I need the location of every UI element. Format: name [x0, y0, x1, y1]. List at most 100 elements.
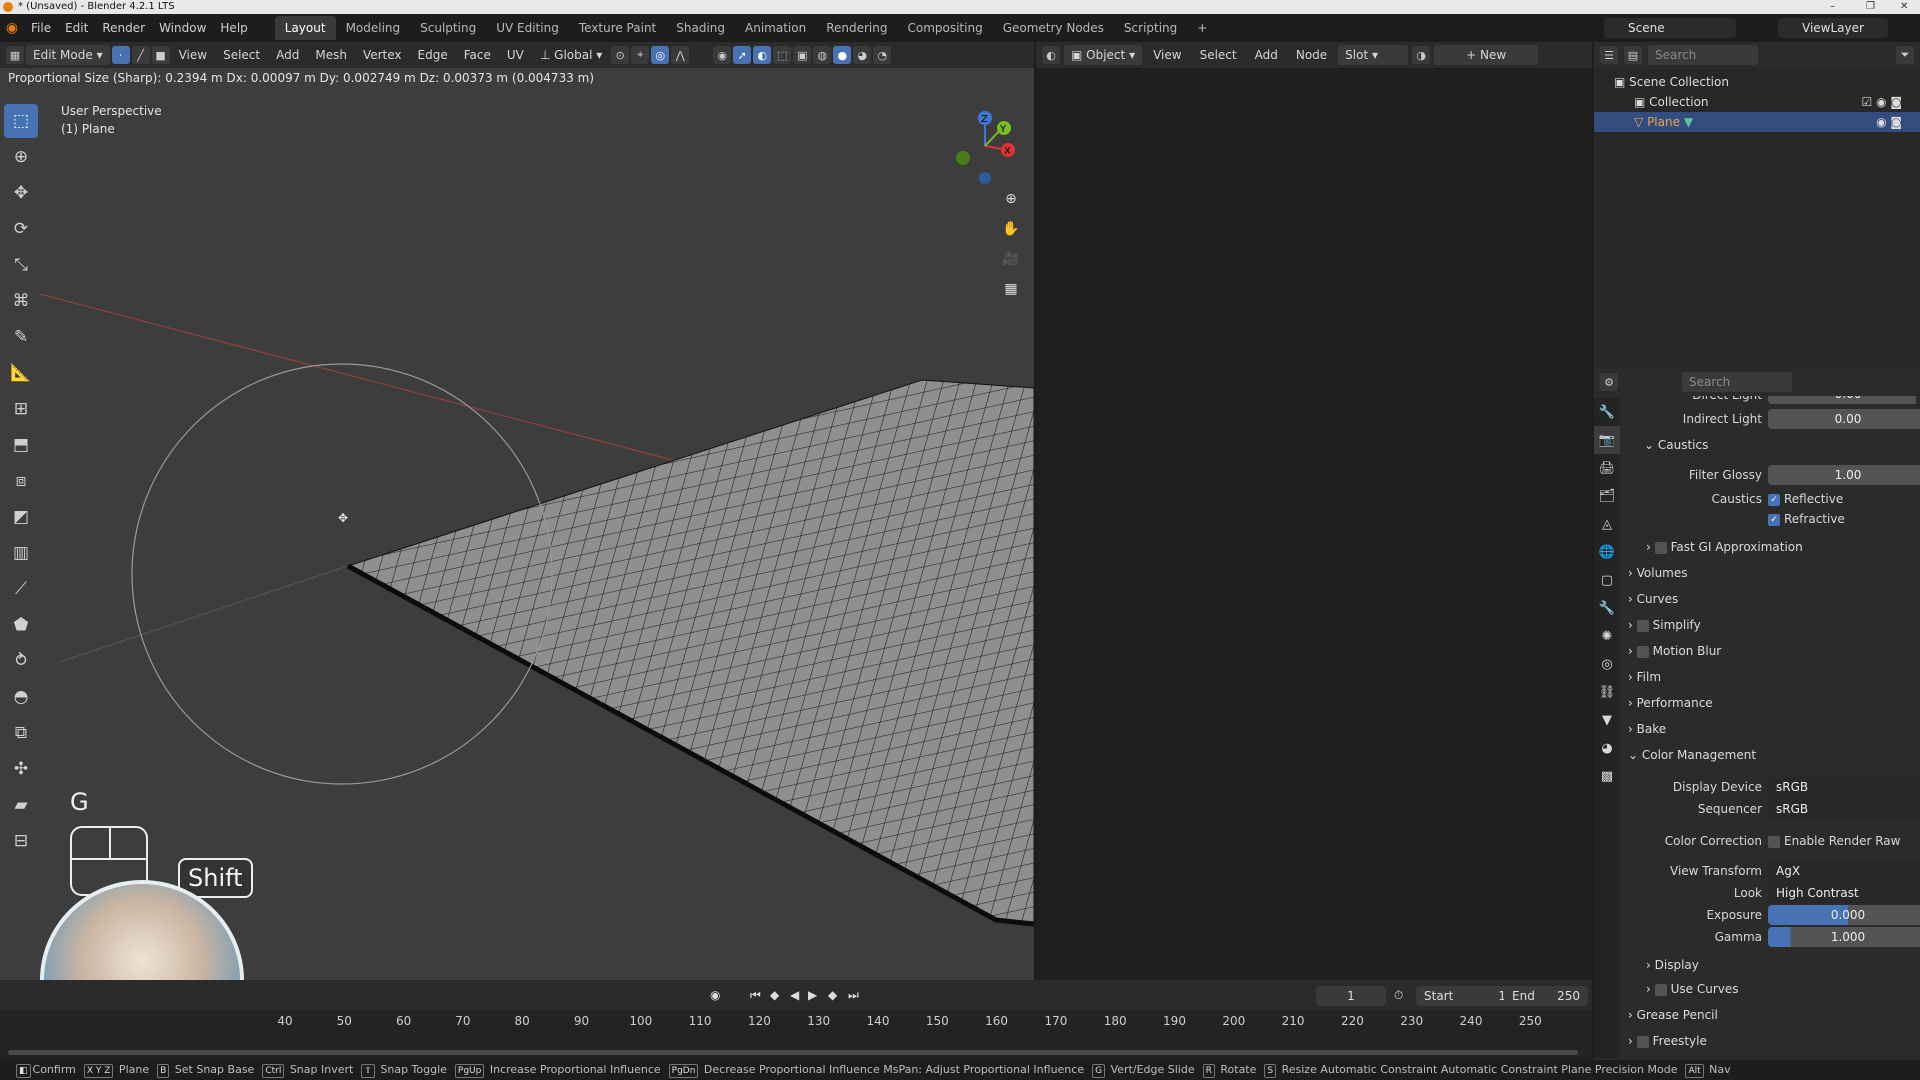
world-tab-icon[interactable]: 🌐	[1594, 538, 1620, 566]
direct-light-field[interactable]: 0.00	[1768, 396, 1916, 404]
current-frame-field[interactable]: 1	[1316, 986, 1386, 1006]
timeline-ruler[interactable]: 40 50 60 70 80 90 100 110 120 130 140 150 160 170 180 1…	[0, 1010, 1592, 1060]
workspace-tab-sculpting[interactable]: Sculpting	[410, 16, 486, 40]
fast-gi-panel-header[interactable]: › Fast GI Approximation	[1646, 540, 1803, 554]
menu-render[interactable]: Render	[95, 21, 152, 35]
outliner-row-collection[interactable]: ▣ Collection ☑ ◉ ◙	[1594, 92, 1920, 112]
bake-panel-header[interactable]: › Bake	[1628, 722, 1666, 736]
knife-tool-icon[interactable]: ⟋	[4, 572, 38, 606]
3d-viewport[interactable]: ✥ ▦ Edit Mode ▾ ⋅ ╱ ■ View Select Add Me…	[0, 42, 1034, 980]
poly-build-tool-icon[interactable]: ⬟	[4, 608, 38, 642]
pan-hand-icon[interactable]: ✋	[998, 216, 1024, 242]
render-raw-checkbox[interactable]: Enable Render Raw	[1768, 830, 1900, 852]
curves-panel-header[interactable]: › Curves	[1628, 592, 1678, 606]
inset-tool-icon[interactable]: ⧈	[4, 464, 38, 498]
scale-tool-icon[interactable]: ⤡	[4, 248, 38, 282]
ortho-grid-icon[interactable]: ▦	[998, 276, 1024, 302]
record-icon[interactable]: ◉	[710, 988, 720, 1002]
visibility-icon[interactable]: ◉	[713, 46, 732, 64]
material-browse-icon[interactable]: ◑	[1412, 46, 1431, 64]
rendered-shading-icon[interactable]: ◔	[873, 46, 892, 64]
workspace-tab-scripting[interactable]: Scripting	[1114, 16, 1187, 40]
object-tab-icon[interactable]: ▢	[1594, 566, 1620, 594]
stopwatch-icon[interactable]: ⏱	[1394, 988, 1403, 1003]
jump-end-icon[interactable]: ⏭	[848, 988, 859, 1003]
display-device-dropdown[interactable]: sRGB	[1768, 777, 1920, 797]
look-dropdown[interactable]: High Contrast	[1768, 883, 1920, 903]
move-tool-icon[interactable]: ✥	[4, 176, 38, 210]
gizmo-icon[interactable]: ➚	[733, 46, 752, 64]
workspace-tab-compositing[interactable]: Compositing	[897, 16, 992, 40]
shader-object-dropdown[interactable]: ▣ Object ▾	[1064, 45, 1143, 65]
rip-tool-icon[interactable]: ⊟	[4, 824, 38, 858]
outliner-row-plane[interactable]: ▽ Plane ▼ ◉ ◙	[1594, 112, 1920, 132]
workspace-tab-rendering[interactable]: Rendering	[816, 16, 897, 40]
snap-icon[interactable]: ⌖	[631, 46, 650, 64]
grease-pencil-panel-header[interactable]: › Grease Pencil	[1628, 1008, 1718, 1022]
menu-uv[interactable]: UV	[500, 45, 531, 65]
slot-dropdown[interactable]: Slot ▾	[1338, 45, 1409, 65]
face-select-icon[interactable]: ■	[151, 46, 170, 64]
menu-edit[interactable]: Edit	[58, 21, 95, 35]
exposure-slider[interactable]: 0.000	[1768, 905, 1920, 925]
add-workspace-button[interactable]: +	[1187, 16, 1217, 40]
shader-editor-type-icon[interactable]: ◐	[1042, 46, 1060, 64]
use-curves-subpanel-header[interactable]: › Use Curves	[1646, 982, 1739, 996]
camera-view-icon[interactable]: 🎥	[998, 246, 1024, 272]
caustics-panel-header[interactable]: ⌄ Caustics	[1644, 438, 1708, 452]
workspace-tab-shading[interactable]: Shading	[666, 16, 735, 40]
close-button[interactable]: ✕	[1900, 0, 1908, 14]
reflective-checkbox[interactable]: ✓ Reflective	[1768, 488, 1843, 510]
extrude-tool-icon[interactable]: ⬒	[4, 428, 38, 462]
data-tab-icon[interactable]: ▼	[1594, 706, 1620, 734]
edge-slide-tool-icon[interactable]: ⧉	[4, 716, 38, 750]
outliner-row-scene-collection[interactable]: ▣ Scene Collection	[1594, 72, 1920, 92]
workspace-tab-texture-paint[interactable]: Texture Paint	[569, 16, 666, 40]
particles-tab-icon[interactable]: ✺	[1594, 622, 1620, 650]
play-icon[interactable]: ▶	[808, 988, 817, 1002]
rotate-tool-icon[interactable]: ⟳	[4, 212, 38, 246]
blender-menu-icon[interactable]: ◉	[0, 20, 24, 36]
modifier-tab-icon[interactable]: 🔧	[1594, 594, 1620, 622]
transform-tool-icon[interactable]: ⌘	[4, 284, 38, 318]
plane-visibility-icon[interactable]: ◉ ◙	[1876, 112, 1902, 132]
refractive-checkbox[interactable]: ✓ Refractive	[1768, 508, 1845, 530]
mesh-edit-overlay-icon[interactable]: ⬚	[773, 46, 792, 64]
menu-edge[interactable]: Edge	[411, 45, 455, 65]
menu-view[interactable]: View	[172, 45, 214, 65]
new-material-button[interactable]: + New	[1434, 45, 1539, 65]
edge-select-icon[interactable]: ╱	[131, 46, 150, 64]
zoom-icon[interactable]: ⊕	[998, 186, 1024, 212]
constraints-tab-icon[interactable]: ⛓	[1594, 678, 1620, 706]
add-cube-tool-icon[interactable]: ⊞	[4, 392, 38, 426]
workspace-tab-geometry-nodes[interactable]: Geometry Nodes	[993, 16, 1114, 40]
jump-start-icon[interactable]: ⏮	[750, 988, 761, 1003]
menu-add[interactable]: Add	[269, 45, 306, 65]
collection-visibility-icon[interactable]: ☑ ◉ ◙	[1862, 92, 1903, 112]
end-frame-field[interactable]: End 250	[1504, 986, 1588, 1006]
menu-file[interactable]: File	[24, 21, 58, 35]
filter-glossy-field[interactable]: 1.00	[1768, 465, 1920, 485]
motion-blur-panel-header[interactable]: › Motion Blur	[1628, 644, 1721, 658]
vertex-select-icon[interactable]: ⋅	[111, 46, 130, 64]
output-tab-icon[interactable]: 🖨	[1594, 454, 1620, 482]
workspace-tab-animation[interactable]: Animation	[735, 16, 816, 40]
solid-shading-icon[interactable]: ●	[833, 46, 852, 64]
shrink-fatten-tool-icon[interactable]: ✣	[4, 752, 38, 786]
film-panel-header[interactable]: › Film	[1628, 670, 1661, 684]
view-layer-tab-icon[interactable]: 🗂	[1594, 482, 1620, 510]
falloff-icon[interactable]: ⋀	[671, 46, 690, 64]
workspace-tab-modeling[interactable]: Modeling	[336, 16, 411, 40]
timeline-scrollbar[interactable]	[8, 1050, 1578, 1055]
next-keyframe-icon[interactable]: ◆	[828, 988, 837, 1002]
display-subpanel-header[interactable]: › Display	[1646, 958, 1699, 972]
mode-dropdown[interactable]: Edit Mode ▾	[26, 45, 110, 65]
editor-type-icon[interactable]: ▦	[6, 46, 24, 64]
texture-tab-icon[interactable]: ▩	[1594, 762, 1620, 790]
shader-menu-view[interactable]: View	[1146, 45, 1188, 65]
shader-menu-add[interactable]: Add	[1248, 45, 1285, 65]
workspace-tab-layout[interactable]: Layout	[274, 16, 336, 40]
properties-editor-type-icon[interactable]: ⚙	[1600, 373, 1618, 391]
start-frame-field[interactable]: Start 1	[1416, 986, 1514, 1006]
prev-keyframe-icon[interactable]: ◆	[770, 988, 779, 1002]
